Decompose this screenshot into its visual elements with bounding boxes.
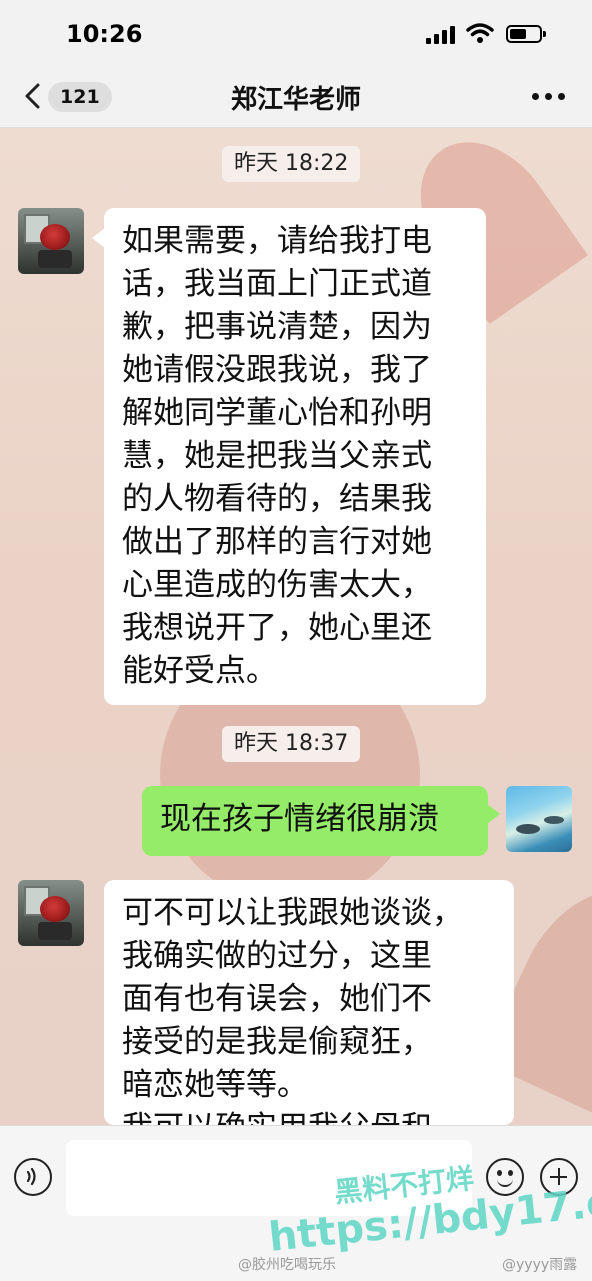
message-line: 如果需要，请给我打电 <box>122 223 432 259</box>
message-line: 的人物看待的，结果我 <box>122 481 432 517</box>
avatar[interactable] <box>18 880 84 946</box>
chat-header: 121 郑江华老师 <box>0 65 592 128</box>
weibo-watermark: @yyyy雨露 <box>502 1257 578 1273</box>
weibo-watermark: @胶州吃喝玩乐 <box>238 1257 336 1273</box>
message-timestamp: 昨天 18:22 <box>222 146 361 182</box>
message-line: 做出了那样的言行对她 <box>122 524 432 560</box>
status-bar: 10:26 <box>0 0 592 65</box>
message-line: 面有也有误会，她们不 <box>122 981 432 1017</box>
status-time: 10:26 <box>66 20 143 48</box>
wifi-icon <box>466 23 494 43</box>
message-line: 她请假没跟我说，我了 <box>122 352 432 388</box>
avatar[interactable] <box>18 208 84 274</box>
message-line: 歉，把事说清楚，因为 <box>122 309 432 345</box>
message-line: 解她同学董心怡和孙明 <box>122 395 432 431</box>
voice-icon[interactable] <box>14 1158 52 1196</box>
battery-icon <box>506 25 546 43</box>
message-bubble-incoming[interactable]: 可不可以让我跟她谈谈， 我确实做的过分，这里 面有也有误会，她们不 接受的是我是… <box>104 880 514 1125</box>
signal-icon <box>426 26 458 44</box>
more-icon[interactable] <box>532 93 566 101</box>
message-line: 可不可以让我跟她谈谈， <box>122 895 463 931</box>
message-line: 慧，她是把我当父亲式 <box>122 438 432 474</box>
message-timestamp: 昨天 18:37 <box>222 726 361 762</box>
avatar[interactable] <box>506 786 572 852</box>
message-bubble-outgoing[interactable]: 现在孩子情绪很崩溃 <box>142 786 500 856</box>
chat-title: 郑江华老师 <box>230 85 361 115</box>
message-line: 能好受点。 <box>122 653 277 689</box>
message-line: 现在孩子情绪很崩溃 <box>160 801 439 837</box>
message-line: 我可以确实用我父母和 <box>122 1107 498 1125</box>
message-line: 接受的是我是偷窥狂， <box>122 1024 432 1060</box>
message-line: 我确实做的过分，这里 <box>122 938 432 974</box>
message-line: 话，我当面上门正式道 <box>122 266 432 302</box>
message-line: 暗恋她等等。 <box>122 1067 308 1103</box>
message-bubble-incoming[interactable]: 如果需要，请给我打电 话，我当面上门正式道 歉，把事说清楚，因为 她请假没跟我说… <box>92 208 486 705</box>
message-line: 我想说开了，她心里还 <box>122 610 432 646</box>
message-line: 心里造成的伤害太大， <box>122 567 432 603</box>
